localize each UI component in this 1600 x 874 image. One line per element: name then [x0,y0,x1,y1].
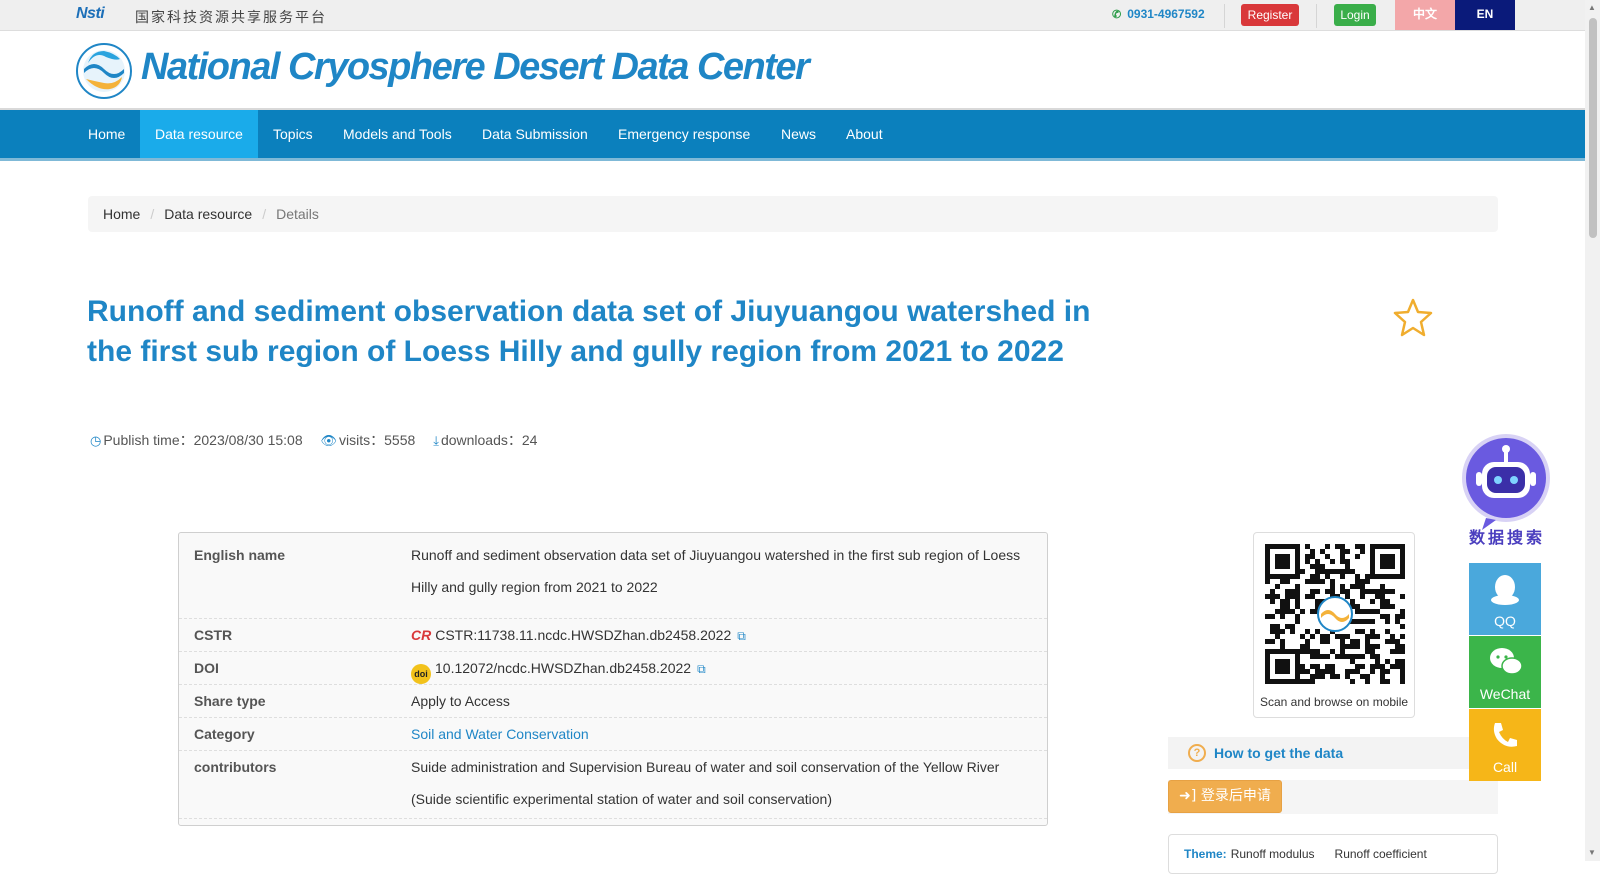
nav-data-submission[interactable]: Data Submission [467,110,603,158]
qq-icon [1491,575,1519,605]
call-label: Call [1492,759,1518,775]
theme-label: Theme: [1184,847,1227,861]
favorite-star-icon[interactable] [1393,297,1433,337]
visits-count: 👁 visits：5558 [321,432,416,448]
dataset-meta: ◷ Publish time：2023/08/30 15:08 👁 visits：5… [90,430,551,450]
doi-text[interactable]: 10.12072/ncdc.HWSDZhan.db2458.2022 [435,660,691,676]
wechat-icon [1490,648,1523,675]
qr-code-icon [1265,544,1405,684]
nsti-logo[interactable]: Nsti [76,5,105,23]
downloads-count: ⤓ downloads：24 [433,432,537,448]
info-row-contributors: contributors Suide administration and Su… [179,751,1047,819]
info-row-english-name: English name Runoff and sediment observa… [179,539,1047,619]
eye-icon: 👁 [320,433,338,448]
language-english-button[interactable]: EN [1455,0,1515,30]
breadcrumb-home[interactable]: Home [103,206,140,222]
info-row-cstr: CSTR CR CSTR:11738.11.ncdc.HWSDZhan.db245… [179,619,1047,652]
publish-time: ◷ Publish time：2023/08/30 15:08 [90,432,303,448]
breadcrumb-data-resource[interactable]: Data resource [164,206,252,222]
main-nav: Home Data resource Topics Models and Too… [0,110,1585,161]
cstr-value: CR CSTR:11738.11.ncdc.HWSDZhan.db2458.202… [411,619,1031,652]
phone-text: 0931-4967592 [1127,7,1205,21]
contributors-label: contributors [194,759,277,775]
qr-caption: Scan and browse on mobile [1259,695,1409,709]
share-type-value: Apply to Access [411,693,510,709]
scroll-up-icon[interactable]: ▲ [1588,3,1596,12]
category-link[interactable]: Soil and Water Conservation [411,726,589,742]
info-row-doi: DOI doi 10.12072/ncdc.HWSDZhan.db2458.202… [179,652,1047,685]
nsti-platform-name[interactable]: 国家科技资源共享服务平台 [135,7,327,27]
contributors-value: Suide administration and Supervision Bur… [411,759,1000,807]
site-title[interactable]: National Cryosphere Desert Data Center [141,46,810,89]
doi-value: doi 10.12072/ncdc.HWSDZhan.db2458.2022 ⧉ [411,652,1031,685]
dataset-title: Runoff and sediment observation data set… [87,295,1091,368]
how-to-text: How to get the data [1214,745,1344,761]
external-link-icon[interactable]: ⧉ [737,629,746,643]
dataset-info-table: English name Runoff and sediment observa… [178,532,1048,826]
mobile-qr-box: Scan and browse on mobile [1253,532,1415,718]
how-to-get-data-link[interactable]: ? How to get the data [1168,737,1498,769]
nav-models-and-tools[interactable]: Models and Tools [328,110,467,158]
nav-news[interactable]: News [766,110,831,158]
clock-icon: ◷ [90,433,102,448]
cstr-label: CSTR [194,627,233,643]
english-name-label: English name [194,547,286,563]
external-link-icon[interactable]: ⧉ [697,662,706,676]
visits-value: 5558 [384,432,416,448]
visits-label: visits： [339,432,385,448]
wechat-label: WeChat [1479,686,1531,702]
wechat-contact-button[interactable]: WeChat [1469,636,1541,708]
category-label: Category [194,726,255,742]
top-bar: Nsti 国家科技资源共享服务平台 ✆ 0931-4967592 Register… [0,0,1585,31]
theme-keywords: Theme: Runoff modulus Runoff coefficient [1168,834,1498,874]
nav-data-resource[interactable]: Data resource [140,110,258,158]
doi-logo-icon: doi [411,664,431,684]
publish-time-label: Publish time： [103,432,194,448]
share-type-label: Share type [194,693,266,709]
apply-button-label: 登录后申请 [1200,788,1271,804]
nav-about[interactable]: About [831,110,898,158]
phone-number: ✆ 0931-4967592 [1112,7,1205,21]
breadcrumb-current: Details [276,206,319,222]
phone-icon: ✆ [1112,9,1122,21]
scrollbar-thumb[interactable] [1589,18,1597,238]
login-to-apply-button[interactable]: ➜] 登录后申请 [1168,780,1282,813]
nav-topics[interactable]: Topics [258,110,328,158]
doi-label: DOI [194,660,219,676]
breadcrumb-separator: / [262,206,267,222]
nsti-logo-text: Nsti [76,5,105,22]
keyword-tag[interactable]: Runoff coefficient [1335,847,1427,861]
publish-time-value: 2023/08/30 15:08 [193,432,303,448]
sign-in-icon: ➜] [1179,788,1197,804]
cstr-logo-icon: CR [411,627,432,643]
phone-call-icon [1493,723,1517,747]
divider [1224,4,1225,28]
breadcrumb: Home / Data resource / Details [88,196,1498,232]
info-row-category: Category Soil and Water Conservation [179,718,1047,751]
qq-contact-button[interactable]: QQ [1469,563,1541,635]
register-button[interactable]: Register [1241,4,1299,26]
question-icon: ? [1188,744,1206,762]
qq-label: QQ [1494,613,1516,629]
category-value: Soil and Water Conservation [411,718,1031,750]
login-button[interactable]: Login [1334,4,1376,26]
nav-emergency-response[interactable]: Emergency response [603,110,765,158]
site-header: National Cryosphere Desert Data Center [0,31,1585,110]
nav-home[interactable]: Home [73,110,140,158]
divider [1316,4,1317,28]
downloads-label: downloads： [440,432,522,448]
robot-search-caption[interactable]: 数据搜索 [1460,524,1554,548]
language-chinese-button[interactable]: 中文 [1395,0,1455,30]
downloads-value: 24 [521,432,538,448]
cstr-text[interactable]: CSTR:11738.11.ncdc.HWSDZhan.db2458.2022 [435,627,731,643]
download-icon: ⤓ [433,433,439,448]
page-scrollbar[interactable]: ▲ ▼ [1585,0,1600,861]
info-row-share-type: Share type Apply to Access [179,685,1047,718]
scroll-down-icon[interactable]: ▼ [1588,848,1596,857]
center-logo-icon[interactable] [76,43,132,99]
english-name-value: Runoff and sediment observation data set… [411,547,1021,595]
breadcrumb-separator: / [150,206,155,222]
call-contact-button[interactable]: Call [1469,709,1541,781]
keyword-tag[interactable]: Runoff modulus [1231,847,1315,861]
